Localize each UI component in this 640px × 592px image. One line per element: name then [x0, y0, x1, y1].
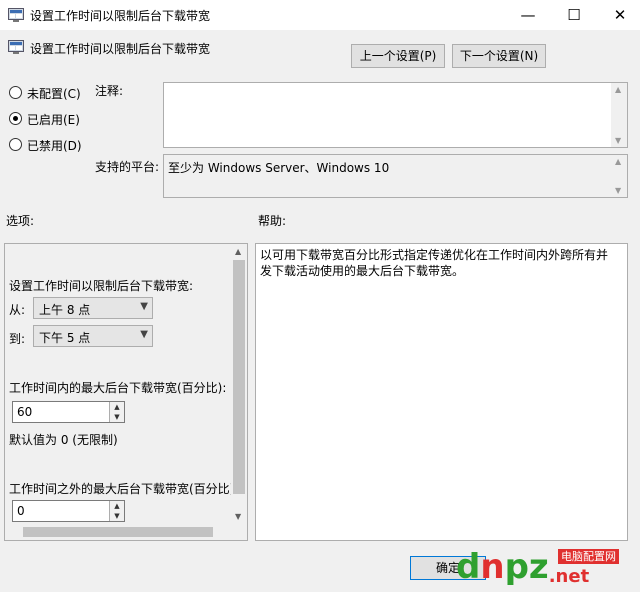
help-text: 以可用下载带宽百分比形式指定传递优化在工作时间内外跨所有并发下载活动使用的最大后… — [260, 248, 609, 278]
comment-scrollbar[interactable]: ▲ ▼ — [611, 83, 627, 147]
comment-textbox[interactable]: ▲ ▼ — [163, 82, 628, 148]
radio-label: 已禁用(D) — [27, 139, 82, 153]
scroll-down-icon[interactable]: ▼ — [235, 512, 241, 521]
minimize-button[interactable]: — — [505, 0, 551, 30]
outside-bandwidth-value: 0 — [17, 504, 25, 518]
stepper-buttons: ▲ ▼ — [109, 501, 124, 521]
options-vscrollbar[interactable]: ▲ ▼ — [231, 244, 247, 524]
scroll-thumb[interactable] — [23, 527, 213, 537]
policy-icon — [8, 40, 24, 54]
title-bar: 设置工作时间以限制后台下载带宽 — ☐ ✕ — [0, 0, 640, 30]
help-panel: 以可用下载带宽百分比形式指定传递优化在工作时间内外跨所有并发下载活动使用的最大后… — [255, 243, 628, 541]
platform-scrollbar[interactable]: ▲ ▼ — [611, 155, 627, 197]
watermark-part4: .net — [548, 566, 590, 587]
platform-label: 支持的平台: — [95, 160, 160, 174]
scroll-thumb[interactable] — [233, 260, 245, 494]
window-title: 设置工作时间以限制后台下载带宽 — [30, 9, 211, 23]
default-note: 默认值为 0 (无限制) — [9, 433, 118, 447]
outside-hours-label: 工作时间之外的最大后台下载带宽(百分比): — [9, 482, 239, 496]
inside-hours-label: 工作时间内的最大后台下载带宽(百分比): — [9, 381, 227, 395]
watermark-part3: pz — [504, 547, 549, 587]
from-time-select[interactable]: 上午 8 点 ▼ — [33, 297, 153, 319]
spin-down-icon[interactable]: ▼ — [110, 511, 124, 521]
next-setting-button[interactable]: 下一个设置(N) — [452, 44, 546, 68]
from-time-value: 上午 8 点 — [39, 303, 91, 317]
group-policy-icon — [8, 8, 24, 22]
scroll-up-icon[interactable]: ▲ — [615, 157, 621, 166]
to-time-value: 下午 5 点 — [39, 331, 91, 345]
maximize-button[interactable]: ☐ — [551, 0, 597, 30]
scroll-down-icon[interactable]: ▼ — [615, 136, 621, 145]
inside-bandwidth-stepper[interactable]: 60 ▲ ▼ — [12, 401, 125, 423]
radio-circle[interactable] — [9, 138, 22, 151]
from-label: 从: — [9, 303, 26, 317]
radio-label: 已启用(E) — [27, 113, 80, 127]
spin-down-icon[interactable]: ▼ — [110, 412, 124, 422]
scroll-up-icon[interactable]: ▲ — [615, 85, 621, 94]
scroll-down-icon[interactable]: ▼ — [615, 186, 621, 195]
options-hscrollbar[interactable] — [5, 524, 231, 540]
to-time-select[interactable]: 下午 5 点 ▼ — [33, 325, 153, 347]
radio-circle[interactable] — [9, 112, 22, 125]
inside-bandwidth-value: 60 — [17, 405, 33, 419]
prev-setting-button[interactable]: 上一个设置(P) — [351, 44, 445, 68]
help-section-label: 帮助: — [258, 214, 287, 228]
chevron-down-icon: ▼ — [140, 301, 148, 312]
radio-circle[interactable] — [9, 86, 22, 99]
policy-name: 设置工作时间以限制后台下载带宽 — [30, 42, 211, 56]
watermark-part2: n — [480, 547, 505, 587]
close-button[interactable]: ✕ — [597, 0, 640, 30]
outside-bandwidth-stepper[interactable]: 0 ▲ ▼ — [12, 500, 125, 522]
platform-textbox: 至少为 Windows Server、Windows 10 ▲ ▼ — [163, 154, 628, 198]
chevron-down-icon: ▼ — [140, 329, 148, 340]
stepper-buttons: ▲ ▼ — [109, 402, 124, 422]
options-section-label: 选项: — [6, 214, 35, 228]
time-heading: 设置工作时间以限制后台下载带宽: — [9, 279, 194, 293]
options-panel: 设置工作时间以限制后台下载带宽: 从: 上午 8 点 ▼ 到: 下午 5 点 ▼… — [4, 243, 248, 541]
scroll-up-icon[interactable]: ▲ — [235, 247, 241, 256]
to-label: 到: — [9, 332, 26, 346]
platform-value: 至少为 Windows Server、Windows 10 — [168, 161, 390, 175]
watermark-cn: 电脑配置网 — [558, 549, 619, 564]
radio-label: 未配置(C) — [27, 87, 81, 101]
watermark-part1: d — [456, 547, 481, 587]
comment-label: 注释: — [95, 84, 124, 98]
